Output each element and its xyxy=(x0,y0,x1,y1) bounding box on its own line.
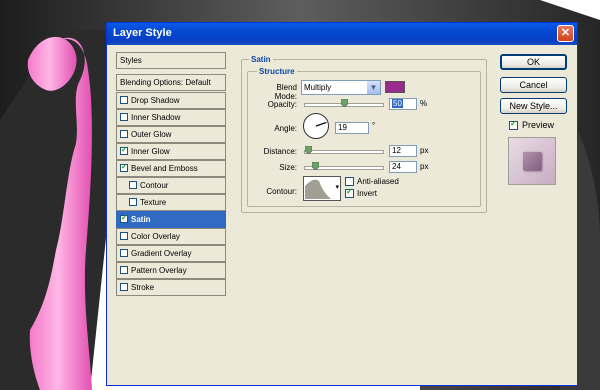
style-item-checkbox[interactable] xyxy=(129,198,137,206)
distance-input[interactable]: 12 xyxy=(389,145,417,157)
style-item-bevel-and-emboss[interactable]: Bevel and Emboss xyxy=(116,160,226,177)
contour-curve-icon xyxy=(305,178,331,199)
style-item-contour[interactable]: Contour xyxy=(116,177,226,194)
angle-label: Angle: xyxy=(274,124,297,133)
new-style-button[interactable]: New Style... xyxy=(500,98,567,114)
style-item-drop-shadow[interactable]: Drop Shadow xyxy=(116,92,226,109)
style-item-label: Color Overlay xyxy=(131,232,180,241)
style-item-checkbox[interactable] xyxy=(120,283,128,291)
opacity-label: Opacity: xyxy=(267,100,297,109)
style-item-pattern-overlay[interactable]: Pattern Overlay xyxy=(116,262,226,279)
preview-thumbnail xyxy=(523,152,541,170)
angle-input[interactable]: 19 xyxy=(335,122,369,134)
blending-options-item[interactable]: Blending Options: Default xyxy=(116,74,226,91)
opacity-unit: % xyxy=(420,99,428,108)
styles-list: Styles Blending Options: Default Drop Sh… xyxy=(116,52,226,333)
style-item-label: Pattern Overlay xyxy=(131,266,187,275)
angle-dial[interactable] xyxy=(302,112,330,140)
cancel-button[interactable]: Cancel xyxy=(500,77,567,93)
preview-swatch xyxy=(508,137,556,185)
style-item-label: Inner Glow xyxy=(131,147,170,156)
style-item-checkbox[interactable] xyxy=(120,266,128,274)
invert-checkbox[interactable]: ✓ xyxy=(345,187,354,198)
style-item-texture[interactable]: Texture xyxy=(116,194,226,211)
invert-label: Invert xyxy=(357,189,378,198)
style-item-gradient-overlay[interactable]: Gradient Overlay xyxy=(116,245,226,262)
style-item-label: Bevel and Emboss xyxy=(131,164,198,173)
distance-slider-thumb[interactable] xyxy=(305,146,312,154)
chevron-down-icon: ▼ xyxy=(367,81,380,94)
style-item-label: Texture xyxy=(140,198,167,207)
style-item-checkbox[interactable] xyxy=(129,181,137,189)
contour-label: Contour: xyxy=(266,187,297,196)
style-item-label: Drop Shadow xyxy=(131,96,180,105)
style-item-label: Inner Shadow xyxy=(131,113,181,122)
angle-unit: ° xyxy=(372,121,376,130)
anti-aliased-label: Anti-aliased xyxy=(357,177,399,186)
style-item-inner-glow[interactable]: Inner Glow xyxy=(116,143,226,160)
size-slider-thumb[interactable] xyxy=(312,162,319,170)
style-item-checkbox[interactable] xyxy=(120,162,128,172)
blend-mode-select[interactable]: Multiply ▼ xyxy=(301,80,381,95)
preview-label: Preview xyxy=(522,120,555,130)
style-item-satin[interactable]: Satin xyxy=(116,211,226,228)
close-button[interactable]: ✕ xyxy=(557,25,574,42)
style-item-label: Outer Glow xyxy=(131,130,172,139)
title-bar[interactable]: Layer Style ✕ xyxy=(107,23,577,45)
style-item-checkbox[interactable] xyxy=(120,96,128,104)
style-item-checkbox[interactable] xyxy=(120,249,128,257)
style-item-inner-shadow[interactable]: Inner Shadow xyxy=(116,109,226,126)
style-item-label: Contour xyxy=(140,181,169,190)
ok-button[interactable]: OK xyxy=(500,54,567,70)
size-label: Size: xyxy=(279,163,297,172)
blend-mode-value: Multiply xyxy=(304,83,332,92)
style-item-color-overlay[interactable]: Color Overlay xyxy=(116,228,226,245)
distance-label: Distance: xyxy=(263,147,297,156)
style-item-stroke[interactable]: Stroke xyxy=(116,279,226,296)
dialog-title: Layer Style xyxy=(113,27,172,39)
distance-unit: px xyxy=(420,146,429,155)
check-icon: ✓ xyxy=(346,187,353,196)
blend-color-swatch[interactable] xyxy=(385,81,405,93)
style-item-checkbox[interactable] xyxy=(120,213,128,223)
anti-aliased-checkbox[interactable] xyxy=(345,177,354,186)
structure-group-title: Structure xyxy=(257,67,297,76)
style-item-checkbox[interactable] xyxy=(120,232,128,240)
style-item-checkbox[interactable] xyxy=(120,113,128,121)
contour-dropdown-arrow[interactable]: ▾ xyxy=(335,183,339,191)
blend-mode-label: Blend Mode: xyxy=(274,83,297,101)
layer-style-dialog: Layer Style ✕ Styles Blending Options: D… xyxy=(106,22,578,386)
style-item-label: Gradient Overlay xyxy=(131,249,192,258)
contour-picker[interactable]: ▾ xyxy=(303,176,341,201)
styles-header[interactable]: Styles xyxy=(116,52,226,69)
satin-group-title: Satin xyxy=(249,55,273,64)
style-item-checkbox[interactable] xyxy=(120,145,128,155)
distance-slider-track[interactable] xyxy=(304,150,384,154)
opacity-input[interactable]: 50 xyxy=(389,98,417,110)
opacity-slider-thumb[interactable] xyxy=(340,99,348,107)
style-item-label: Stroke xyxy=(131,283,155,292)
size-input[interactable]: 24 xyxy=(389,161,417,173)
preview-checkbox[interactable] xyxy=(509,119,518,130)
close-icon: ✕ xyxy=(560,27,571,39)
size-unit: px xyxy=(420,162,429,171)
style-item-outer-glow[interactable]: Outer Glow xyxy=(116,126,226,143)
style-item-checkbox[interactable] xyxy=(120,130,128,138)
style-item-label: Satin xyxy=(131,215,151,224)
